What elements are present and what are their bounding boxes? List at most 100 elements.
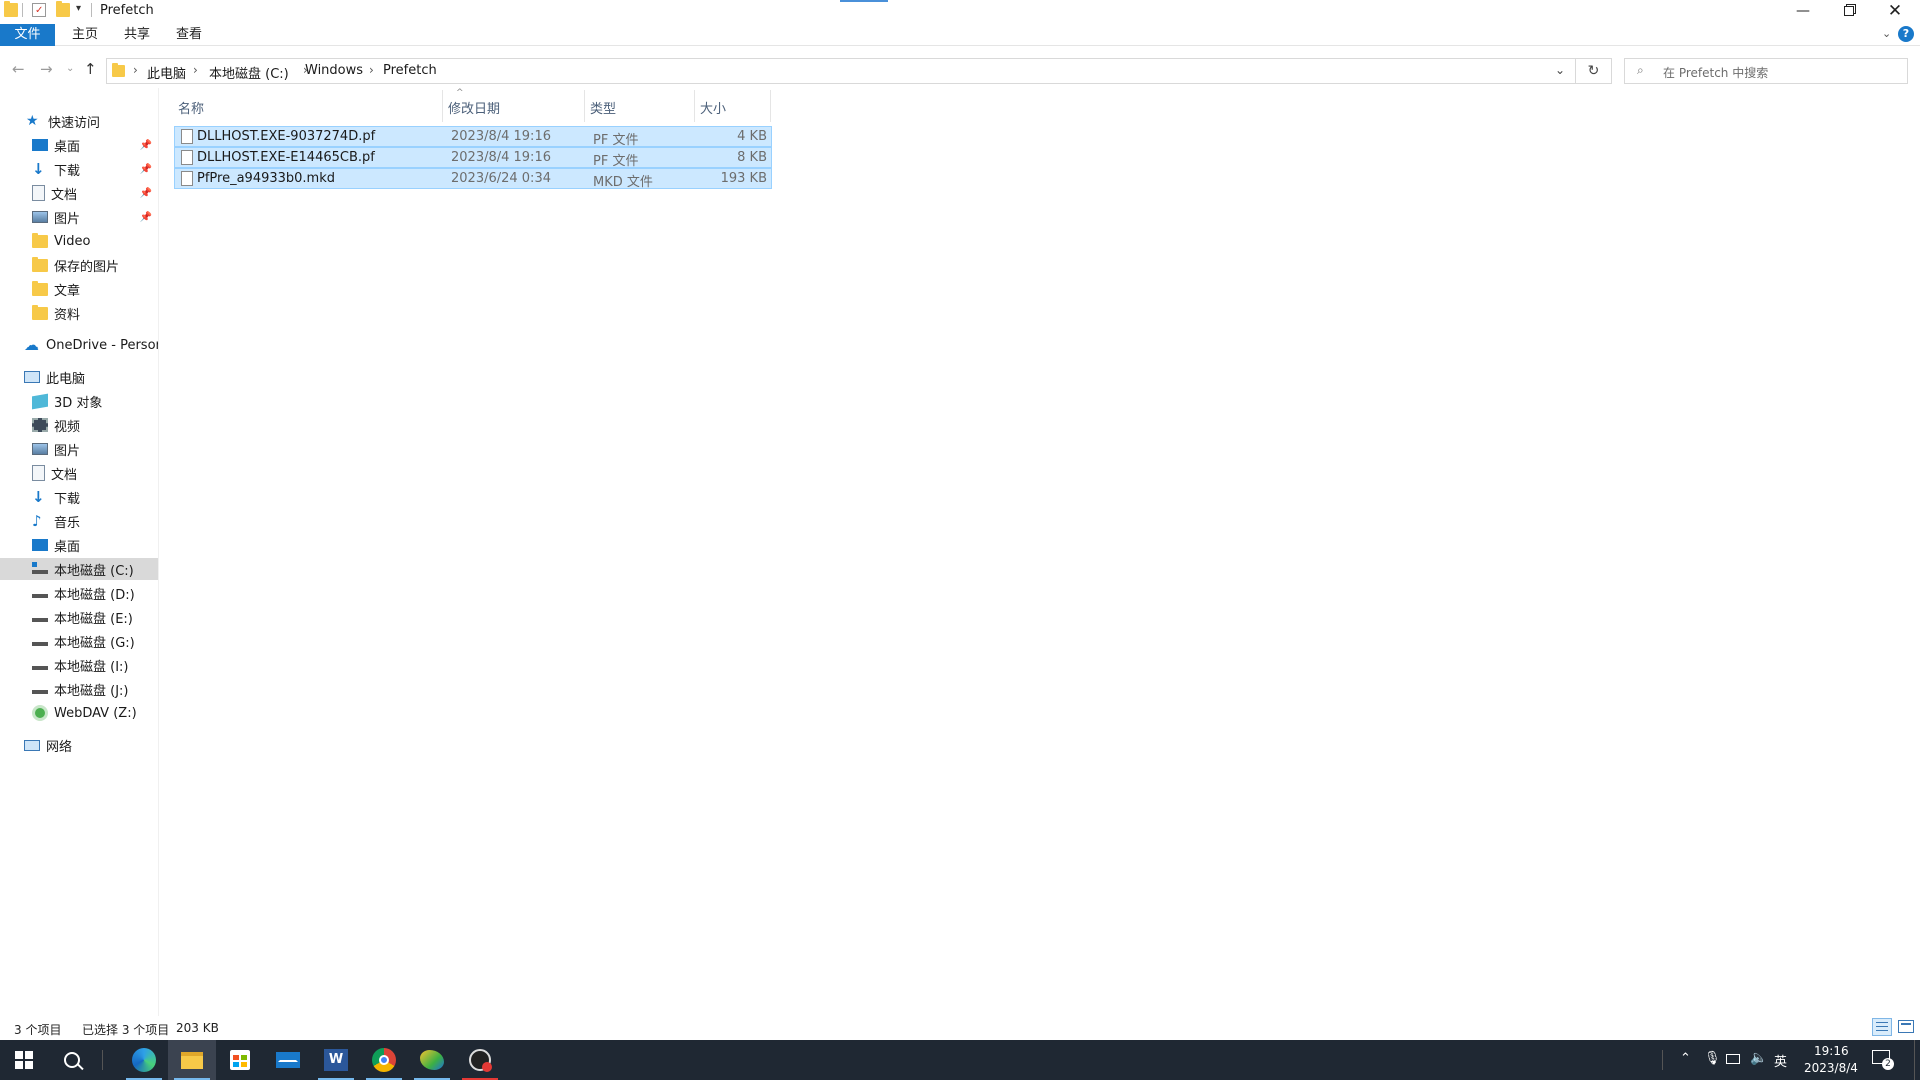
sidebar-item-downloads[interactable]: ↓ 下载 📌 bbox=[0, 158, 158, 180]
sidebar-item-onedrive[interactable]: ☁ OneDrive - Persona bbox=[0, 334, 158, 356]
search-button[interactable] bbox=[48, 1040, 96, 1080]
sidebar-item-videos[interactable]: 视频 bbox=[0, 414, 158, 436]
breadcrumb-prefetch[interactable]: Prefetch bbox=[383, 63, 437, 78]
taskbar-app-word[interactable]: W bbox=[312, 1040, 360, 1080]
sidebar-item-label: OneDrive - Persona bbox=[46, 337, 158, 353]
sidebar-item-quick-access[interactable]: ★ 快速访问 bbox=[0, 110, 158, 132]
sidebar-item-label: 本地磁盘 (C:) bbox=[54, 563, 134, 579]
column-divider[interactable] bbox=[442, 90, 443, 122]
divider bbox=[22, 3, 23, 17]
sidebar-item-this-pc[interactable]: 此电脑 bbox=[0, 366, 158, 388]
help-icon[interactable]: ? bbox=[1898, 26, 1914, 42]
taskbar-app-green-tool[interactable] bbox=[408, 1040, 456, 1080]
expand-ribbon-icon[interactable]: ⌄ bbox=[1882, 27, 1891, 40]
column-name[interactable]: 名称 bbox=[178, 98, 204, 117]
customize-qat-icon[interactable]: ▾ bbox=[76, 3, 81, 14]
back-arrow-icon[interactable]: ← bbox=[12, 60, 25, 78]
pane-divider[interactable] bbox=[158, 88, 159, 1016]
divider bbox=[91, 3, 92, 17]
pin-icon[interactable]: 📌 bbox=[140, 140, 152, 151]
up-arrow-icon[interactable]: ↑ bbox=[84, 60, 97, 78]
sidebar-item-drive-d[interactable]: 本地磁盘 (D:) bbox=[0, 582, 158, 604]
sidebar-item-video[interactable]: Video bbox=[0, 230, 158, 252]
file-type: PF 文件 bbox=[593, 154, 639, 169]
network-status-icon[interactable] bbox=[1726, 1054, 1740, 1064]
sidebar-item-articles[interactable]: 文章 bbox=[0, 278, 158, 300]
sidebar-item-pictures[interactable]: 图片 📌 bbox=[0, 206, 158, 228]
column-size[interactable]: 大小 bbox=[700, 98, 726, 117]
details-view-icon[interactable] bbox=[1872, 1018, 1892, 1036]
show-hidden-icons-icon[interactable]: ⌃ bbox=[1680, 1051, 1691, 1066]
sidebar-item-downloads-pc[interactable]: ↓ 下载 bbox=[0, 486, 158, 508]
sidebar-item-desktop[interactable]: 桌面 📌 bbox=[0, 134, 158, 156]
properties-icon[interactable]: ✓ bbox=[32, 3, 46, 17]
search-box[interactable]: ⌕ 在 Prefetch 中搜索 bbox=[1624, 58, 1908, 84]
column-divider[interactable] bbox=[770, 90, 771, 122]
column-divider[interactable] bbox=[694, 90, 695, 122]
large-icons-view-icon[interactable] bbox=[1898, 1020, 1914, 1033]
sidebar-item-saved-pictures[interactable]: 保存的图片 bbox=[0, 254, 158, 276]
forward-arrow-icon[interactable]: → bbox=[40, 60, 53, 78]
table-row[interactable]: DLLHOST.EXE-9037274D.pf 2023/8/4 19:16 P… bbox=[174, 126, 772, 148]
taskbar-app-chrome[interactable] bbox=[360, 1040, 408, 1080]
volume-icon[interactable]: 🔈 bbox=[1750, 1050, 1767, 1066]
pin-icon[interactable]: 📌 bbox=[140, 164, 152, 175]
column-divider[interactable] bbox=[584, 90, 585, 122]
taskbar-app-mail[interactable] bbox=[264, 1040, 312, 1080]
sidebar-item-drive-j[interactable]: 本地磁盘 (J:) bbox=[0, 678, 158, 700]
sidebar-item-drive-c[interactable]: 本地磁盘 (C:) bbox=[0, 558, 158, 580]
refresh-button[interactable]: ↻ bbox=[1576, 58, 1612, 84]
recent-locations-icon[interactable]: ⌄ bbox=[66, 63, 74, 74]
chevron-right-icon[interactable]: › bbox=[133, 63, 138, 77]
table-row[interactable]: PfPre_a94933b0.mkd 2023/6/24 0:34 MKD 文件… bbox=[174, 168, 772, 190]
sidebar-item-documents[interactable]: 文档 📌 bbox=[0, 182, 158, 204]
tab-home[interactable]: 主页 bbox=[68, 24, 102, 46]
sidebar-item-webdav-z[interactable]: WebDAV (Z:) bbox=[0, 702, 158, 724]
sidebar-item-network[interactable]: 网络 bbox=[0, 734, 158, 756]
sidebar-item-desktop-pc[interactable]: 桌面 bbox=[0, 534, 158, 556]
table-row[interactable]: DLLHOST.EXE-E14465CB.pf 2023/8/4 19:16 P… bbox=[174, 147, 772, 169]
breadcrumb-this-pc[interactable]: 此电脑 bbox=[147, 63, 186, 82]
new-folder-icon[interactable] bbox=[56, 1, 70, 17]
pictures-icon bbox=[32, 211, 48, 223]
sidebar-item-documents-pc[interactable]: 文档 bbox=[0, 462, 158, 484]
taskbar-app-edge[interactable] bbox=[120, 1040, 168, 1080]
address-bar[interactable]: › 此电脑 › 本地磁盘 (C:) › Windows › Prefetch ⌄ bbox=[106, 58, 1576, 84]
sidebar-item-materials[interactable]: 资料 bbox=[0, 302, 158, 324]
minimize-button[interactable]: — bbox=[1780, 0, 1826, 22]
clock-time[interactable]: 19:16 bbox=[1814, 1044, 1849, 1058]
ime-language-indicator[interactable]: 英 bbox=[1774, 1051, 1787, 1070]
breadcrumb-windows-label[interactable]: Windows bbox=[305, 63, 363, 78]
clock-date[interactable]: 2023/8/4 bbox=[1804, 1061, 1858, 1075]
pin-icon[interactable]: 📌 bbox=[140, 188, 152, 199]
file-name: DLLHOST.EXE-E14465CB.pf bbox=[197, 150, 375, 165]
taskbar-app-store[interactable] bbox=[216, 1040, 264, 1080]
tab-share[interactable]: 共享 bbox=[120, 24, 154, 46]
tab-view[interactable]: 查看 bbox=[172, 24, 206, 46]
breadcrumb-drive-c[interactable]: 本地磁盘 (C:) bbox=[209, 63, 289, 82]
sidebar-item-drive-g[interactable]: 本地磁盘 (G:) bbox=[0, 630, 158, 652]
sidebar-item-3d-objects[interactable]: 3D 对象 bbox=[0, 390, 158, 412]
microphone-icon[interactable]: 🎙 bbox=[1704, 1051, 1721, 1066]
sidebar-item-label: 此电脑 bbox=[46, 371, 86, 387]
show-desktop-button[interactable] bbox=[1914, 1040, 1915, 1080]
column-type[interactable]: 类型 bbox=[590, 98, 616, 117]
sidebar-item-pictures-pc[interactable]: 图片 bbox=[0, 438, 158, 460]
chevron-right-icon[interactable]: › bbox=[193, 63, 198, 77]
sidebar-item-music[interactable]: ♪ 音乐 bbox=[0, 510, 158, 532]
taskbar-app-recorder[interactable] bbox=[456, 1040, 504, 1080]
pin-icon[interactable]: 📌 bbox=[140, 212, 152, 223]
start-button[interactable] bbox=[0, 1040, 48, 1080]
selected-count: 已选择 3 个项目 bbox=[82, 1023, 170, 1037]
sidebar-item-drive-i[interactable]: 本地磁盘 (I:) bbox=[0, 654, 158, 676]
sidebar-item-drive-e[interactable]: 本地磁盘 (E:) bbox=[0, 606, 158, 628]
taskbar-app-file-explorer[interactable] bbox=[168, 1040, 216, 1080]
chevron-right-icon[interactable]: › bbox=[369, 63, 374, 77]
address-dropdown-icon[interactable]: ⌄ bbox=[1555, 63, 1565, 77]
column-date[interactable]: 修改日期 bbox=[448, 98, 500, 117]
sidebar-item-label: 本地磁盘 (G:) bbox=[54, 635, 135, 651]
tab-file[interactable]: 文件 bbox=[0, 24, 55, 46]
close-button[interactable]: ✕ bbox=[1872, 0, 1918, 22]
restore-button[interactable] bbox=[1826, 0, 1872, 22]
action-center-button[interactable]: 2 bbox=[1872, 1048, 1894, 1070]
